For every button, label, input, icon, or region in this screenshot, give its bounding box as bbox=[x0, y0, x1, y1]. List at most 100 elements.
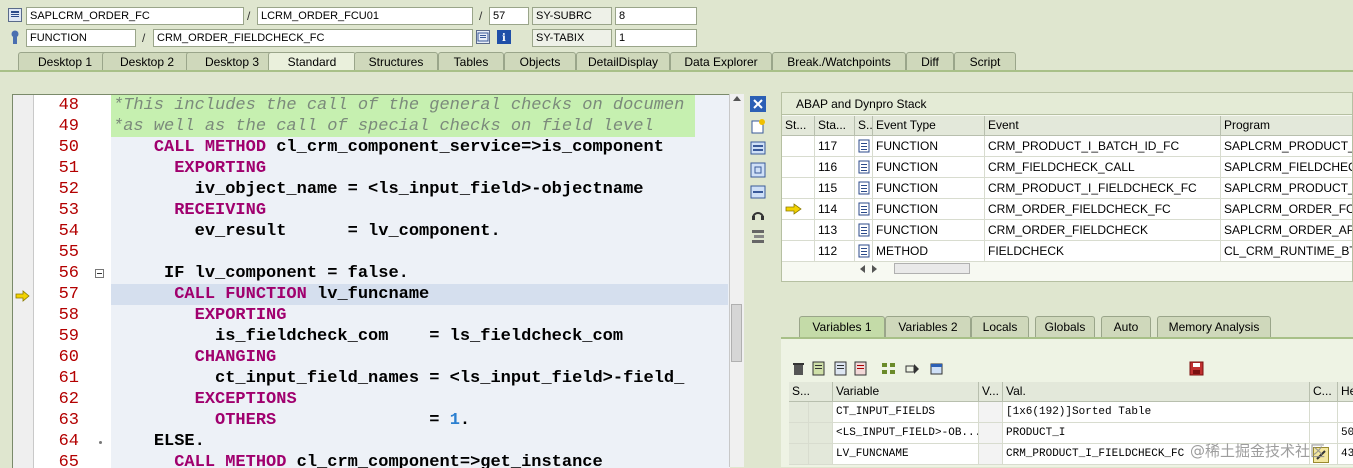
stack-event-cell: CRM_PRODUCT_I_BATCH_ID_FC bbox=[985, 136, 1221, 157]
stack-status-cell bbox=[782, 178, 815, 199]
source-code-editor[interactable]: 48 *This includes the call of the general… bbox=[12, 94, 730, 468]
code-line[interactable]: 60 CHANGING bbox=[13, 347, 730, 368]
code-line[interactable]: 49 *as well as the call of special checks… bbox=[13, 116, 730, 137]
tab-script[interactable]: Script bbox=[954, 52, 1016, 71]
code-line[interactable]: 48 *This includes the call of the general… bbox=[13, 95, 730, 116]
display-source-icon[interactable] bbox=[476, 30, 490, 44]
tab-variables-2[interactable]: Variables 2 bbox=[885, 316, 971, 337]
transfer-icon[interactable] bbox=[905, 361, 920, 376]
tab-detail-display[interactable]: DetailDisplay bbox=[576, 52, 670, 71]
program-field[interactable]: SAPLCRM_ORDER_FC bbox=[26, 7, 244, 25]
var-c-cell bbox=[1310, 402, 1338, 423]
stack-hscroll[interactable] bbox=[856, 261, 976, 275]
tab-objects[interactable]: Objects bbox=[504, 52, 576, 71]
code-line[interactable]: 55 bbox=[13, 242, 730, 263]
include-field[interactable]: LCRM_ORDER_FCU01 bbox=[257, 7, 473, 25]
code-line[interactable]: 58 EXPORTING bbox=[13, 305, 730, 326]
code-text: *as well as the call of special checks o… bbox=[113, 116, 654, 137]
stack-level-cell: 112 bbox=[815, 241, 855, 262]
maximize-tool-icon[interactable] bbox=[750, 162, 766, 178]
tab-desktop-2[interactable]: Desktop 2 bbox=[102, 52, 192, 71]
code-line[interactable]: 50 CALL METHOD cl_crm_component_service=… bbox=[13, 137, 730, 158]
var-col-variable[interactable]: Variable bbox=[833, 382, 979, 402]
var-hex-cell: 43( bbox=[1338, 444, 1353, 465]
scroll-up-icon[interactable] bbox=[733, 96, 741, 101]
code-line[interactable]: 59 is_fieldcheck_com = ls_fieldcheck_com bbox=[13, 326, 730, 347]
stack-col-s[interactable]: S... bbox=[855, 116, 873, 136]
code-token: CALL METHOD bbox=[153, 138, 267, 157]
stack-col-status[interactable]: St... bbox=[782, 116, 815, 136]
code-line[interactable]: 64 ELSE. bbox=[13, 431, 730, 452]
delete-icon[interactable] bbox=[791, 361, 806, 376]
collapse-block-icon[interactable] bbox=[95, 269, 104, 278]
info-icon[interactable]: i bbox=[497, 30, 511, 44]
tab-diff[interactable]: Diff bbox=[906, 52, 954, 71]
tab-variables-1[interactable]: Variables 1 bbox=[799, 316, 885, 337]
scroll-right-icon[interactable] bbox=[872, 265, 877, 273]
code-line[interactable]: 52 iv_object_name = <ls_input_field>-obj… bbox=[13, 179, 730, 200]
var-col-v[interactable]: V... bbox=[979, 382, 1003, 402]
var-select-cell bbox=[789, 423, 809, 444]
tab-tables[interactable]: Tables bbox=[438, 52, 504, 71]
tab-desktop-1[interactable]: Desktop 1 bbox=[18, 52, 112, 71]
tab-auto[interactable]: Auto bbox=[1101, 316, 1151, 337]
swap-tool-icon[interactable] bbox=[750, 184, 766, 200]
tab-structures[interactable]: Structures bbox=[354, 52, 438, 71]
code-line[interactable]: 54 ev_result = lv_component. bbox=[13, 221, 730, 242]
stack-col-event-type[interactable]: Event Type bbox=[873, 116, 985, 136]
code-line[interactable]: 61 ct_input_field_names = <ls_input_fiel… bbox=[13, 368, 730, 389]
line-field[interactable]: 57 bbox=[489, 7, 529, 25]
var-col-s[interactable]: S... bbox=[789, 382, 833, 402]
scroll-left-icon[interactable] bbox=[860, 265, 865, 273]
event-field[interactable]: CRM_ORDER_FIELDCHECK_FC bbox=[153, 29, 473, 47]
services-tool-icon[interactable] bbox=[750, 206, 766, 222]
tabix-value[interactable]: 1 bbox=[615, 29, 697, 47]
replace-tool-icon[interactable] bbox=[750, 140, 766, 156]
code-line[interactable]: 57 CALL FUNCTION lv_funcname bbox=[13, 284, 730, 305]
stack-type-icon-cell bbox=[855, 241, 873, 262]
code-line[interactable]: 56 IF lv_component = false. bbox=[13, 263, 730, 284]
tab-standard[interactable]: Standard bbox=[268, 52, 356, 71]
scroll-thumb[interactable] bbox=[731, 304, 742, 362]
tab-data-explorer[interactable]: Data Explorer bbox=[670, 52, 772, 71]
stack-col-event[interactable]: Event bbox=[985, 116, 1221, 136]
code-token: = bbox=[276, 411, 450, 430]
var-col-value[interactable]: Val. bbox=[1003, 382, 1310, 402]
stack-event-cell: CRM_PRODUCT_I_FIELDCHECK_FC bbox=[985, 178, 1221, 199]
code-token: cl_crm_component_service=>is_component bbox=[266, 138, 664, 157]
new-window-icon[interactable] bbox=[929, 361, 944, 376]
tab-breakpoints[interactable]: Break./Watchpoints bbox=[772, 52, 906, 71]
subrc-value[interactable]: 8 bbox=[615, 7, 697, 25]
tab-desktop-3[interactable]: Desktop 3 bbox=[186, 52, 278, 71]
code-line[interactable]: 62 EXCEPTIONS bbox=[13, 389, 730, 410]
stack-level-cell: 116 bbox=[815, 157, 855, 178]
load-vars-icon[interactable] bbox=[833, 361, 848, 376]
tab-locals[interactable]: Locals bbox=[971, 316, 1029, 337]
save-icon[interactable] bbox=[1189, 361, 1204, 376]
code-line[interactable]: 65 CALL METHOD cl_crm_component=>get_ins… bbox=[13, 452, 730, 468]
var-value-cell[interactable]: [1x6(192)]Sorted Table bbox=[1003, 402, 1310, 423]
tab-memory-analysis[interactable]: Memory Analysis bbox=[1157, 316, 1271, 337]
stack-event-cell: CRM_ORDER_FIELDCHECK_FC bbox=[985, 199, 1221, 220]
event-type-field[interactable]: FUNCTION bbox=[26, 29, 136, 47]
var-col-c[interactable]: C... bbox=[1310, 382, 1338, 402]
stack-hscroll-thumb[interactable] bbox=[894, 263, 970, 274]
stack-col-level[interactable]: Sta... bbox=[815, 116, 855, 136]
code-line[interactable]: 51 EXPORTING bbox=[13, 158, 730, 179]
code-line[interactable]: 63 OTHERS = 1. bbox=[13, 410, 730, 431]
var-col-hex[interactable]: He bbox=[1338, 382, 1353, 402]
save-vars-icon[interactable] bbox=[811, 361, 826, 376]
variables-list-icon[interactable] bbox=[853, 361, 868, 376]
code-line[interactable]: 53 RECEIVING bbox=[13, 200, 730, 221]
code-token: 1 bbox=[449, 411, 460, 430]
tab-globals[interactable]: Globals bbox=[1035, 316, 1095, 337]
settings-tool-icon[interactable] bbox=[750, 228, 766, 244]
close-tool-icon[interactable] bbox=[750, 96, 766, 112]
new-tool-icon[interactable] bbox=[750, 118, 766, 134]
hierarchy-icon[interactable] bbox=[881, 361, 896, 376]
editor-scrollbar[interactable] bbox=[729, 94, 744, 467]
stack-col-program[interactable]: Program bbox=[1221, 116, 1352, 136]
var-v-cell bbox=[979, 444, 1003, 465]
code-token: *as well as the call of special checks o… bbox=[113, 117, 654, 136]
